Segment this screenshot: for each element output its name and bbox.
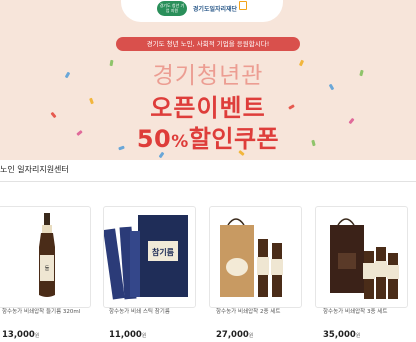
banner-title-line2: 오픈이벤트 bbox=[150, 94, 266, 122]
price-currency: 원 bbox=[355, 333, 361, 339]
price-value: 35,000 bbox=[323, 330, 356, 340]
svg-text:참기름: 참기름 bbox=[152, 247, 175, 257]
banner-title-line3: 50%할인쿠폰 bbox=[0, 119, 416, 154]
discount-number: 50 bbox=[136, 125, 172, 153]
banner-title-line1: 경기청년관 bbox=[152, 63, 264, 89]
promo-banner[interactable]: 경기도 청년 기업 지원 경기도일자리재단 경기도 청년 노인, 사회적 기업을… bbox=[0, 0, 416, 160]
product-name-1[interactable]: 항수농가 비쇄압착 들기름 320ml bbox=[2, 309, 90, 316]
product-price-1: 13,000원 bbox=[2, 330, 39, 340]
product-card-3[interactable] bbox=[209, 206, 302, 308]
sesame-oil-bottle-icon: 들 bbox=[39, 213, 55, 297]
gift-set-icon bbox=[220, 218, 283, 297]
product-price-2: 11,000원 bbox=[109, 330, 146, 340]
logo-accent-icon bbox=[239, 0, 248, 10]
section-title: 노인 일자리지원센터 bbox=[0, 165, 69, 174]
oil-stick-box-icon: 참기름 bbox=[104, 215, 188, 300]
product-name-4[interactable]: 항수농가 비쇄압착 3종 세트 bbox=[323, 309, 387, 316]
price-currency: 원 bbox=[248, 333, 254, 339]
product-card-1[interactable]: 들 bbox=[0, 206, 91, 308]
product-name-3[interactable]: 항수농가 비쇄압착 2종 세트 bbox=[216, 309, 280, 316]
price-currency: 원 bbox=[34, 333, 40, 339]
section-divider bbox=[0, 181, 416, 182]
banner-tagline: 경기도 청년 노인, 사회적 기업을 응원합시다! bbox=[116, 37, 300, 51]
logo-mark: 경기도 청년 기업 지원 bbox=[156, 0, 187, 16]
gift-set-3-icon bbox=[330, 218, 399, 299]
price-currency: 원 bbox=[141, 333, 147, 339]
product-price-4: 35,000원 bbox=[323, 330, 360, 340]
price-value: 11,000 bbox=[109, 330, 142, 340]
svg-text:들: 들 bbox=[45, 266, 50, 272]
logo-text: 경기도일자리재단 bbox=[192, 5, 238, 13]
discount-coupon-label: 할인쿠폰 bbox=[188, 125, 280, 153]
price-value: 13,000 bbox=[2, 330, 35, 340]
product-name-2[interactable]: 항수농가 비쇄 스틱 참기름 bbox=[109, 309, 170, 316]
discount-percent: % bbox=[171, 132, 189, 152]
price-value: 27,000 bbox=[216, 330, 249, 340]
product-card-4[interactable] bbox=[315, 206, 408, 308]
product-price-3: 27,000원 bbox=[216, 330, 253, 340]
site-logo[interactable]: 경기도 청년 기업 지원 경기도일자리재단 bbox=[121, 0, 283, 22]
product-card-2[interactable]: 참기름 bbox=[103, 206, 196, 308]
